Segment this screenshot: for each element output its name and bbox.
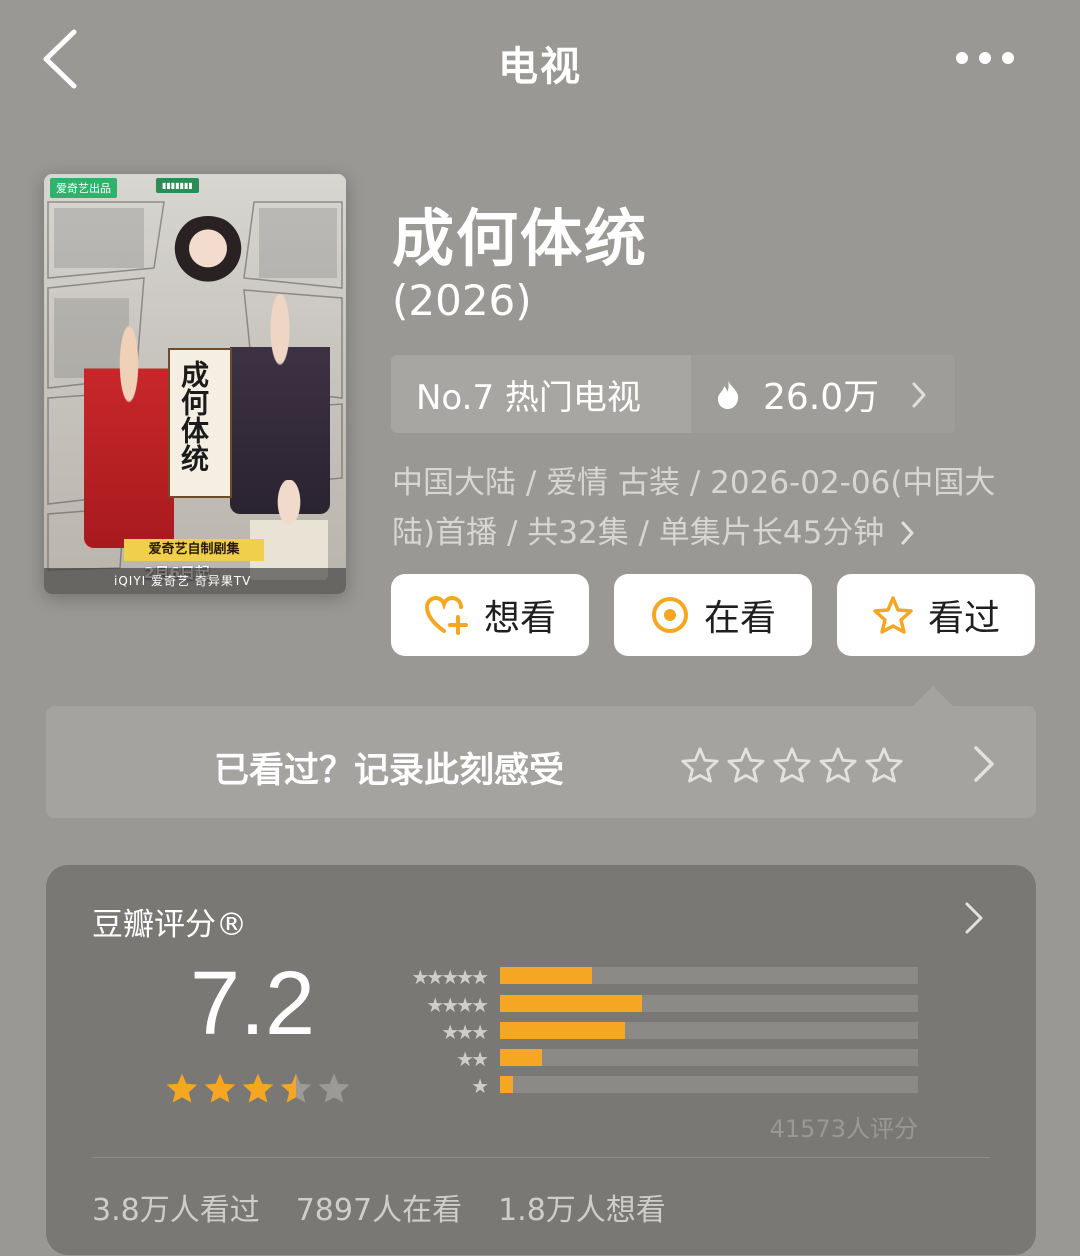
star-outline-icon[interactable] xyxy=(726,746,766,784)
chevron-right-icon[interactable] xyxy=(964,901,984,935)
rating-bar-fill xyxy=(500,967,592,984)
rating-bar-stars: ★ xyxy=(471,1074,489,1098)
rating-bar-stars: ★★★★★ xyxy=(411,965,489,989)
stat-watched[interactable]: 3.8万人看过 xyxy=(92,1185,260,1229)
divider xyxy=(92,1157,990,1158)
heat-value: 26.0万 xyxy=(763,377,880,418)
chevron-right-icon xyxy=(901,521,914,545)
watching-label: 在看 xyxy=(703,598,776,639)
rating-bar-track xyxy=(500,1022,918,1039)
douban-score: 7.2 xyxy=(190,954,316,1054)
stat-want[interactable]: 1.8万人想看 xyxy=(498,1185,666,1229)
rating-bar-stars: ★★ xyxy=(456,1047,489,1071)
target-icon xyxy=(651,597,688,633)
meta-line-1: 中国大陆 / 爱情 古装 / 2026-02-06(中国大 xyxy=(392,465,996,501)
rate-prompt[interactable]: 已看过？记录此刻感受 xyxy=(46,706,1036,818)
rating-bar-stars: ★★★ xyxy=(441,1020,489,1044)
more-dots-icon xyxy=(956,52,1014,64)
star-icon xyxy=(166,1073,198,1103)
douban-star-rating xyxy=(164,1071,352,1105)
show-year: (2026) xyxy=(392,276,532,325)
rating-bar-fill xyxy=(500,995,643,1012)
more-button[interactable] xyxy=(952,44,1022,72)
poster-tag-logo: ▮▮▮▮▮▮▮ xyxy=(156,178,199,193)
want-label: 想看 xyxy=(483,598,556,639)
chevron-right-icon xyxy=(974,746,994,782)
rating-bar-fill xyxy=(500,1076,513,1093)
meta-line-2: 陆)首播 / 共32集 / 单集片长45分钟 xyxy=(392,508,1052,558)
rating-bar-track xyxy=(500,967,918,984)
stat-watching[interactable]: 7897人在看 xyxy=(296,1185,462,1229)
rating-bar-track xyxy=(500,1076,918,1093)
rate-prompt-text: 已看过？记录此刻感受 xyxy=(214,751,565,791)
douban-title: 豆瓣评分® xyxy=(92,907,247,943)
rating-bar-row: ★★★ xyxy=(376,1020,1080,1044)
star-outline-icon[interactable] xyxy=(864,746,904,784)
rating-bar-track xyxy=(500,995,918,1012)
rating-bar-row: ★ xyxy=(376,1074,1080,1098)
rank-bar: No.7 热门电视 26.0万 xyxy=(391,355,955,433)
rating-bar-row: ★★ xyxy=(376,1047,1080,1071)
douban-stats: 3.8万人看过 7897人在看 1.8万人想看 xyxy=(92,1185,666,1229)
star-icon xyxy=(242,1073,274,1103)
rate-pointer xyxy=(913,686,953,706)
heart-plus-icon xyxy=(424,595,468,635)
show-title: 成何体统 xyxy=(392,202,649,275)
star-icon xyxy=(280,1073,312,1103)
rate-stars[interactable] xyxy=(680,746,904,784)
star-icon xyxy=(318,1073,350,1103)
rating-bar-fill xyxy=(500,1049,542,1066)
rating-bar-fill xyxy=(500,1022,626,1039)
heat-button[interactable]: 26.0万 xyxy=(691,355,955,433)
rating-bar-row: ★★★★ xyxy=(376,993,1080,1017)
watched-label: 看过 xyxy=(927,598,1000,639)
douban-rating-card[interactable]: 豆瓣评分® 7.2 ★★★★★ ★★★★ ★★★ ★★ ★ 41573人评分 3.8万人… xyxy=(46,865,1036,1255)
poster-banner: 爱奇艺自制剧集 xyxy=(124,539,264,561)
poster-tag: 爱奇艺出品 xyxy=(50,178,117,198)
meta-line-2-text: 陆)首播 / 共32集 / 单集片长45分钟 xyxy=(392,515,885,551)
rating-count: 41573人评分 xyxy=(769,1115,918,1143)
want-button[interactable]: 想看 xyxy=(391,574,589,656)
flame-icon xyxy=(718,380,739,409)
star-outline-icon[interactable] xyxy=(680,746,720,784)
rank-label[interactable]: No.7 热门电视 xyxy=(391,355,691,433)
poster-title-scroll: 成何体统 xyxy=(177,360,210,472)
poster-image[interactable]: 成何体统 爱奇艺自制剧集 2月6日起 爱奇艺出品 ▮▮▮▮▮▮▮ iQIYI 爱… xyxy=(44,174,346,594)
poster-bottom-logos: iQIYI 爱奇艺 奇异果TV xyxy=(44,568,346,594)
star-outline-icon[interactable] xyxy=(772,746,812,784)
poster-artwork: 成何体统 爱奇艺自制剧集 2月6日起 xyxy=(44,198,346,594)
star-outline-icon xyxy=(873,596,913,634)
star-icon xyxy=(204,1073,236,1103)
rating-bar-row: ★★★★★ xyxy=(376,965,1080,989)
rating-bar-stars: ★★★★ xyxy=(426,993,489,1017)
chevron-right-icon xyxy=(912,382,926,408)
page-title: 电视 xyxy=(498,44,582,90)
watched-button[interactable]: 看过 xyxy=(837,574,1035,656)
star-outline-icon[interactable] xyxy=(818,746,858,784)
rating-bar-track xyxy=(500,1049,918,1066)
show-meta[interactable]: 中国大陆 / 爱情 古装 / 2026-02-06(中国大 陆)首播 / 共32… xyxy=(392,458,1052,558)
watching-button[interactable]: 在看 xyxy=(614,574,812,656)
